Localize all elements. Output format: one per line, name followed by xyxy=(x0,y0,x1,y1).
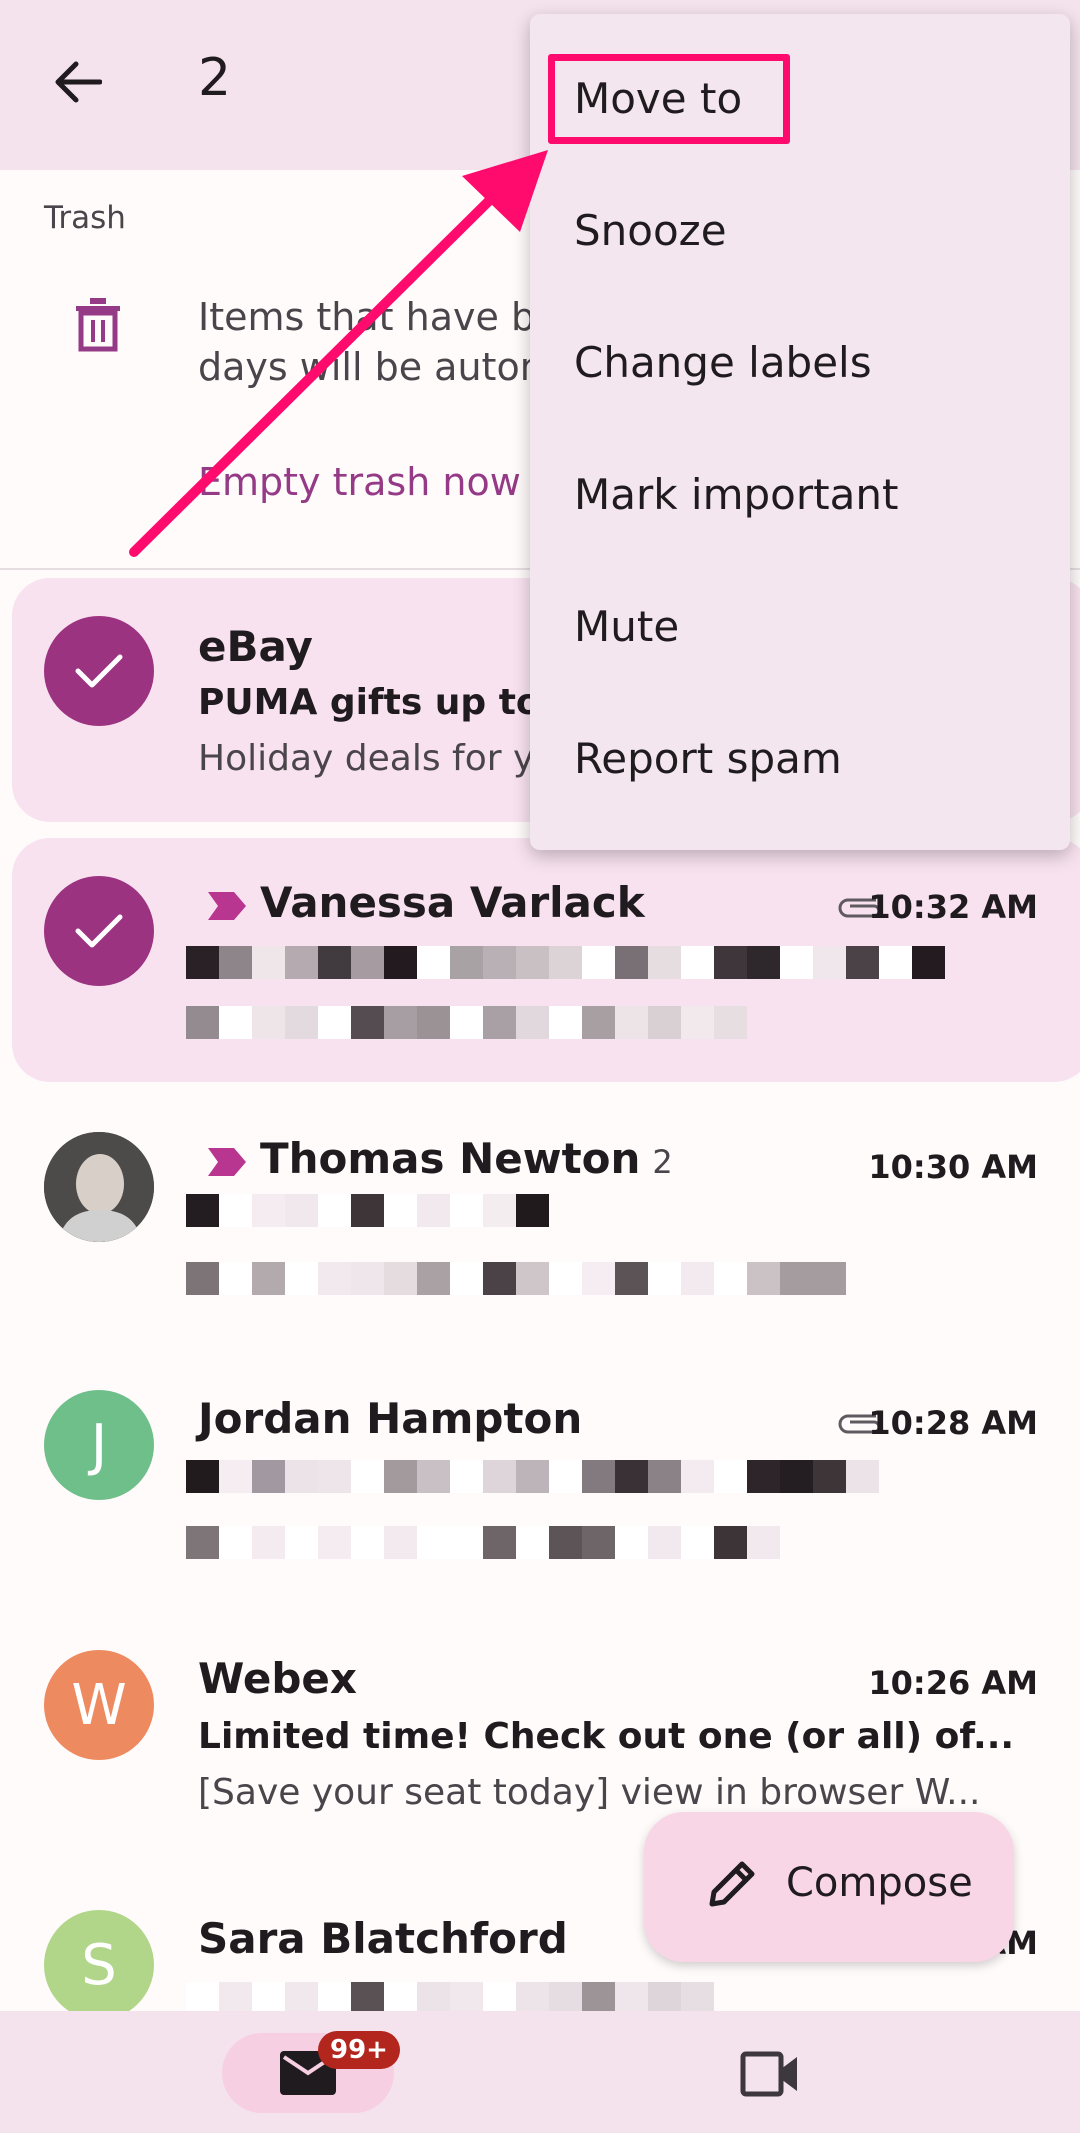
avatar-photo[interactable] xyxy=(44,1132,154,1242)
check-icon xyxy=(75,914,123,948)
email-sender-name: Vanessa Varlack xyxy=(260,878,645,927)
compose-button[interactable]: Compose xyxy=(644,1812,1014,1962)
email-preview: Holiday deals for yo xyxy=(198,738,557,779)
email-subject: Limited time! Check out one (or all) of.… xyxy=(198,1716,1015,1757)
unread-badge: 99+ xyxy=(318,2031,400,2069)
menu-item-report-spam[interactable]: Report spam xyxy=(574,734,842,783)
email-preview: [Save your seat today] view in browser W… xyxy=(198,1772,981,1813)
email-time: 10:30 AM xyxy=(868,1148,1038,1186)
avatar-selected[interactable] xyxy=(44,876,154,986)
email-sender: eBay xyxy=(198,622,313,671)
redacted-preview xyxy=(186,1526,780,1560)
avatar-letter[interactable]: W xyxy=(44,1650,154,1760)
annotation-arrow xyxy=(129,150,548,557)
email-sender: Vanessa Varlack xyxy=(208,878,645,927)
redacted-subject xyxy=(186,946,945,980)
email-sender: Jordan Hampton xyxy=(198,1394,583,1443)
avatar-letter[interactable]: J xyxy=(44,1390,154,1500)
email-row[interactable]: Thomas Newton 2 10:30 AM xyxy=(12,1098,1080,1342)
email-sender-name: Thomas Newton xyxy=(260,1134,641,1183)
email-sender: Thomas Newton 2 xyxy=(208,1134,673,1183)
email-row[interactable]: J Jordan Hampton 10:28 AM xyxy=(12,1358,1080,1602)
nav-meet-tab[interactable] xyxy=(740,2051,800,2101)
check-icon xyxy=(75,654,123,688)
email-time: 10:32 AM xyxy=(868,888,1038,926)
email-sender: Webex xyxy=(198,1654,357,1703)
email-sender: Sara Blatchford xyxy=(198,1914,568,1963)
email-subject: PUMA gifts up to 7 xyxy=(198,682,579,723)
email-time: 10:26 AM xyxy=(868,1664,1038,1702)
avatar-initial: S xyxy=(81,1932,117,1998)
pencil-icon xyxy=(709,1861,755,1907)
compose-label: Compose xyxy=(786,1860,973,1906)
email-row[interactable]: Vanessa Varlack 10:32 AM xyxy=(12,838,1080,1082)
avatar-letter[interactable]: S xyxy=(44,1910,154,2018)
avatar-selected[interactable] xyxy=(44,616,154,726)
redacted-subject xyxy=(186,1194,549,1228)
important-marker-icon xyxy=(208,891,246,920)
important-marker-icon xyxy=(208,1147,246,1176)
email-time: 10:28 AM xyxy=(868,1404,1038,1442)
redacted-subject xyxy=(186,1460,879,1494)
redacted-preview xyxy=(186,1006,747,1040)
video-camera-icon xyxy=(740,2051,797,2097)
bottom-navigation: 99+ xyxy=(0,2011,1080,2133)
menu-item-mute[interactable]: Mute xyxy=(574,602,679,651)
avatar-initial: W xyxy=(71,1672,127,1738)
person-photo-icon xyxy=(44,1132,154,1242)
redacted-preview xyxy=(186,1262,846,1296)
thread-count: 2 xyxy=(652,1143,673,1181)
avatar-initial: J xyxy=(90,1412,108,1478)
